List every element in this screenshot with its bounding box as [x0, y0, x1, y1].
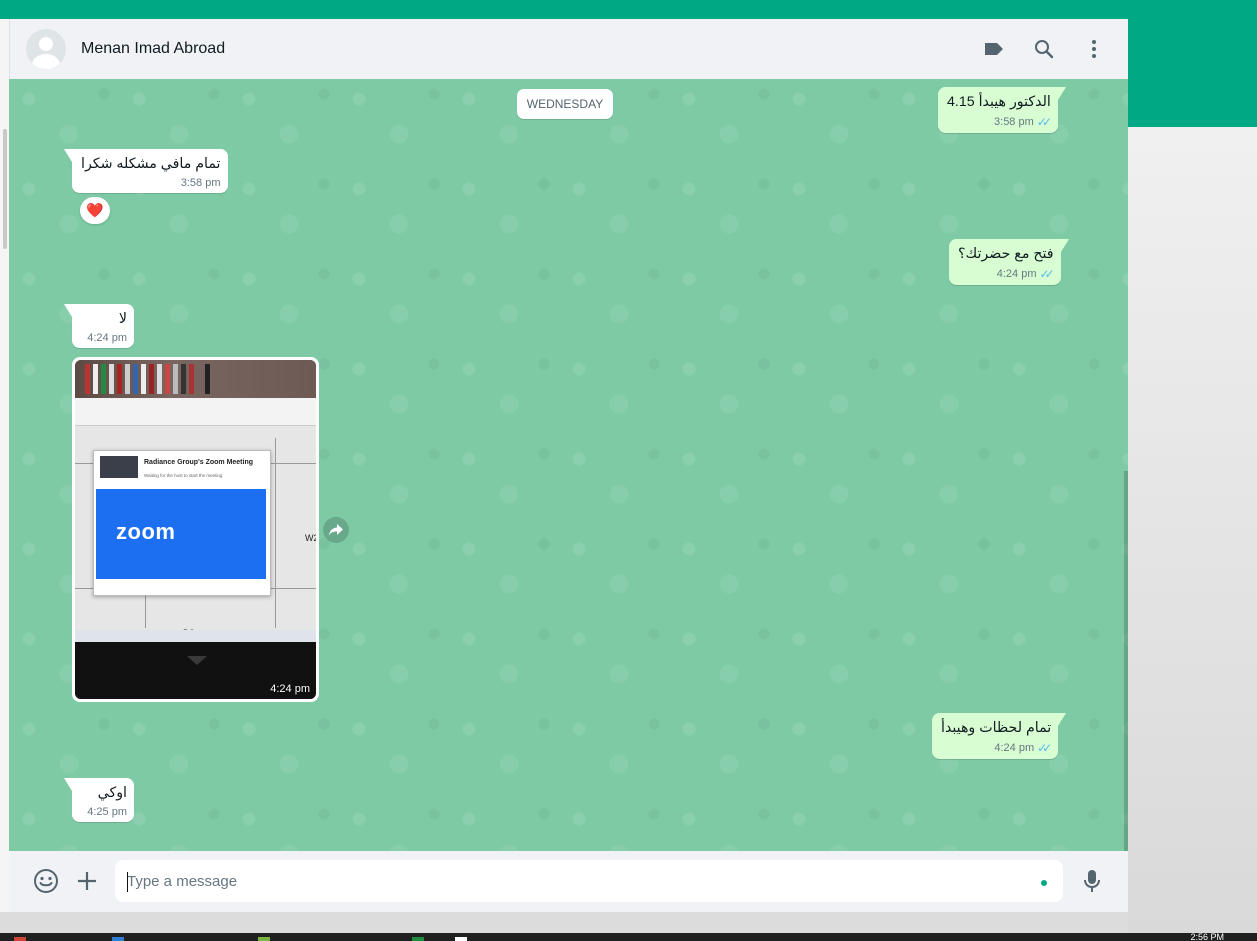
contact-name[interactable]: Menan Imad Abroad	[81, 40, 225, 58]
message-text: لا	[118, 311, 127, 327]
text-caret	[127, 872, 128, 892]
book	[189, 364, 194, 394]
message-outgoing[interactable]: تمام لحظات وهيبدأ 4:24 pm ✓✓	[932, 713, 1067, 759]
conversation-header: Menan Imad Abroad	[9, 19, 1128, 79]
message-incoming[interactable]: اوكي 4:25 pm	[64, 778, 134, 822]
message-composer	[9, 851, 1128, 912]
reaction-heart-icon[interactable]: ❤️	[80, 197, 110, 224]
book	[133, 364, 138, 394]
message-list-scrollbar[interactable]	[1124, 471, 1128, 851]
plus-icon[interactable]	[72, 866, 102, 896]
zoom-title: Radiance Group's Zoom Meeting	[144, 459, 254, 466]
chat-list-scrollbar[interactable]	[3, 129, 7, 249]
zoom-subtitle: Waiting for the host to start the meetin…	[144, 473, 223, 478]
message-outgoing[interactable]: الدكتور هيبدأ 4.15 3:58 pm ✓✓	[938, 87, 1066, 133]
label-icon[interactable]	[980, 35, 1008, 63]
message-meta: 4:24 pm ✓✓	[958, 267, 1055, 281]
conversation-panel: Menan Imad Abroad WEDNESDAY الدكتور هيبد…	[9, 19, 1128, 912]
message-text: فتح مع حضرتك؟	[958, 246, 1054, 262]
zoom-window: Radiance Group's Zoom Meeting Waiting fo…	[93, 450, 271, 596]
book	[125, 364, 130, 394]
book	[173, 364, 178, 394]
zoom-logo: zoom	[116, 519, 176, 544]
photo-app-toolbar	[75, 398, 316, 426]
message-time: 4:24 pm	[87, 332, 127, 344]
book	[117, 364, 122, 394]
status-dot	[1041, 880, 1047, 886]
message-text: تمام لحظات وهيبدأ	[941, 720, 1052, 736]
header-actions	[980, 19, 1108, 79]
os-taskbar	[0, 933, 1257, 941]
os-clock[interactable]: 2:56 PM	[1190, 932, 1224, 941]
book	[205, 364, 210, 394]
book	[157, 364, 162, 394]
book	[93, 364, 98, 394]
message-time: 3:58 pm	[994, 116, 1034, 128]
message-meta: 4:24 pm ✓✓	[941, 741, 1052, 755]
message-time: 4:24 pm	[994, 742, 1035, 754]
date-divider: WEDNESDAY	[517, 89, 613, 119]
photo-taskbar	[75, 630, 316, 642]
book	[149, 364, 154, 394]
zoom-preview	[100, 456, 138, 478]
book	[109, 364, 114, 394]
emoji-icon[interactable]	[31, 866, 61, 896]
message-incoming[interactable]: لا 4:24 pm	[64, 304, 134, 348]
image-message[interactable]: Radiance Group's Zoom Meeting Waiting fo…	[72, 357, 319, 702]
book	[181, 364, 186, 394]
taskbar-app-icon[interactable]	[258, 937, 270, 941]
drawing-line	[275, 438, 276, 628]
desktop-background	[1128, 127, 1257, 933]
message-outgoing[interactable]: فتح مع حضرتك؟ 4:24 pm ✓✓	[949, 239, 1069, 285]
book	[141, 364, 146, 394]
message-text: الدكتور هيبدأ 4.15	[947, 94, 1051, 110]
photo-laptop-screen: Radiance Group's Zoom Meeting Waiting fo…	[75, 398, 316, 655]
chevron-down-icon	[187, 656, 207, 665]
mic-icon[interactable]	[1077, 866, 1107, 896]
message-meta: 3:58 pm	[81, 177, 221, 189]
message-input[interactable]	[115, 860, 1063, 902]
taskbar-app-icon[interactable]	[412, 937, 424, 941]
chat-list-edge	[0, 19, 9, 912]
taskbar-app-icon[interactable]	[455, 937, 467, 941]
search-icon[interactable]	[1030, 35, 1058, 63]
message-incoming[interactable]: تمام مافي مشكله شكرا 3:58 pm	[64, 149, 228, 193]
taskbar-app-icon[interactable]	[112, 937, 124, 941]
message-time: 4:25 pm	[87, 806, 127, 818]
book	[165, 364, 170, 394]
photo-bookshelf	[75, 360, 316, 398]
message-meta: 4:24 pm	[81, 332, 127, 344]
message-text: اوكي	[97, 785, 127, 801]
taskbar-app-icon[interactable]	[14, 937, 26, 941]
zoom-banner: zoom	[96, 489, 266, 579]
forward-icon[interactable]	[323, 517, 349, 543]
message-meta: 3:58 pm ✓✓	[947, 115, 1052, 129]
menu-icon[interactable]	[1080, 35, 1108, 63]
message-time: 4:24 pm	[996, 268, 1037, 280]
photo-thumbnail[interactable]: Radiance Group's Zoom Meeting Waiting fo…	[75, 360, 316, 699]
message-time: 4:24 pm	[270, 683, 310, 695]
read-receipt-icon: ✓✓	[1036, 115, 1052, 129]
avatar[interactable]	[26, 29, 66, 69]
message-list[interactable]: WEDNESDAY الدكتور هيبدأ 4.15 3:58 pm ✓✓ …	[9, 79, 1128, 851]
book	[85, 364, 90, 394]
reaction-emoji: ❤️	[86, 202, 104, 218]
read-receipt-icon: ✓✓	[1037, 741, 1052, 755]
message-meta: 4:25 pm	[81, 806, 127, 818]
drawing-label: W2	[305, 533, 316, 543]
read-receipt-icon: ✓✓	[1039, 267, 1054, 281]
book	[101, 364, 106, 394]
message-time: 3:58 pm	[180, 177, 221, 189]
message-text: تمام مافي مشكله شكرا	[81, 156, 221, 172]
